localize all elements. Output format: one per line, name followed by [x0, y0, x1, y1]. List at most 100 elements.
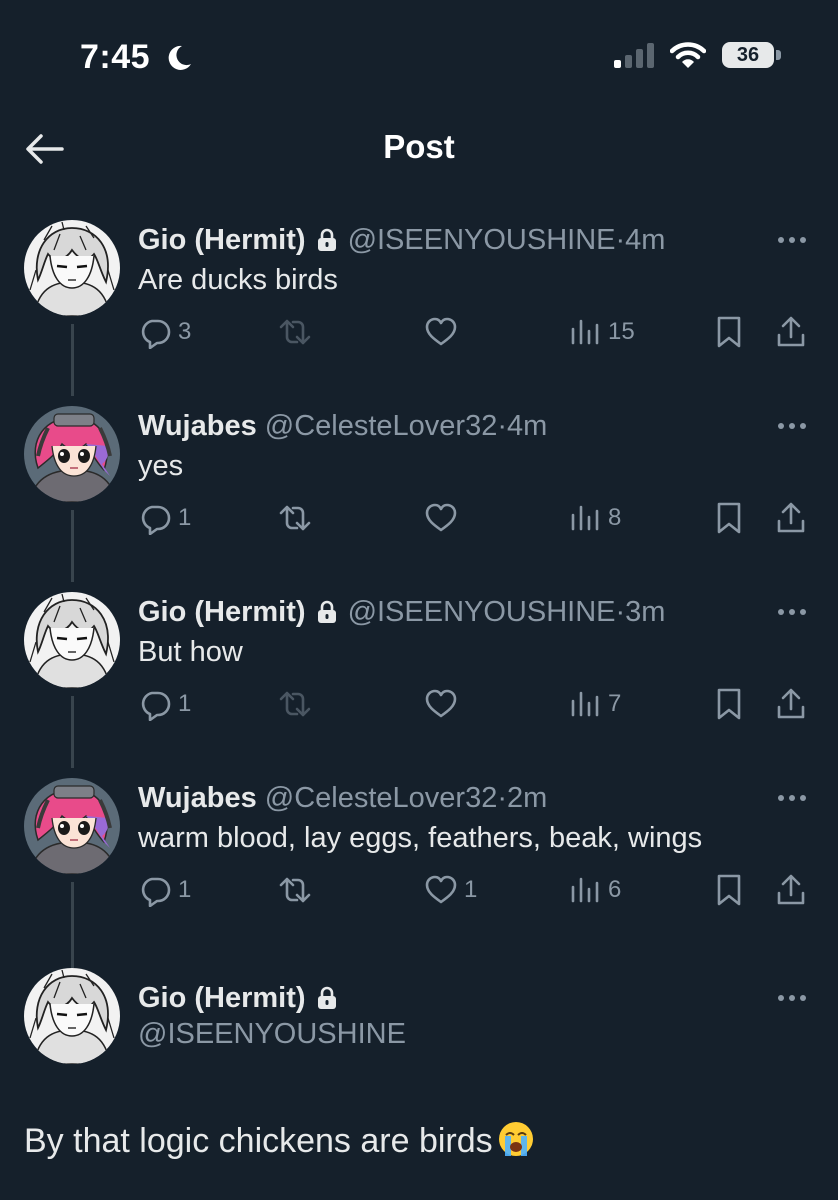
avatar[interactable] [24, 968, 120, 1064]
action-bar: 3 15 [138, 312, 818, 352]
views-button[interactable]: 15 [568, 312, 635, 352]
bookmark-icon [712, 873, 746, 907]
author-handle[interactable]: @ISEENYOUSHINE [138, 1018, 406, 1051]
heart-icon [424, 315, 458, 349]
bookmark-button[interactable] [712, 870, 746, 910]
share-button[interactable] [774, 312, 808, 352]
reply-icon [138, 873, 172, 907]
author-name[interactable]: Wujabes [138, 410, 257, 442]
like-button[interactable] [424, 498, 458, 538]
analytics-bars-icon [568, 873, 602, 907]
lock-icon [316, 600, 338, 624]
share-button[interactable] [774, 498, 808, 538]
avatar[interactable] [24, 406, 120, 502]
views-count: 7 [608, 690, 622, 717]
share-button[interactable] [774, 870, 808, 910]
reply-count: 1 [178, 690, 192, 717]
reply-button[interactable]: 3 [138, 312, 191, 352]
main-tweet-text: By that logic chickens are birds [24, 1122, 493, 1160]
action-bar: 1 7 [138, 684, 818, 724]
author-handle[interactable]: @CelesteLover32 [265, 410, 498, 442]
action-bar: 1 8 [138, 498, 818, 538]
reply-button[interactable]: 1 [138, 684, 191, 724]
reply-count: 1 [178, 504, 192, 531]
analytics-bars-icon [568, 315, 602, 349]
author-name[interactable]: Wujabes [138, 782, 257, 814]
more-options-icon[interactable] [776, 234, 808, 246]
timestamp: ·4m [615, 224, 666, 256]
more-options-icon[interactable] [776, 992, 808, 1004]
thread-line [71, 510, 74, 582]
bookmark-icon [712, 687, 746, 721]
reply-button[interactable]: 1 [138, 498, 191, 538]
tweet-text: warm blood, lay eggs, feathers, beak, wi… [138, 822, 703, 854]
timestamp: ·3m [615, 596, 666, 628]
battery-level: 36 [736, 44, 760, 66]
views-count: 15 [608, 318, 635, 345]
repost-icon [278, 315, 312, 349]
share-button[interactable] [774, 684, 808, 724]
bookmark-button[interactable] [712, 684, 746, 724]
views-button[interactable]: 8 [568, 498, 621, 538]
like-button[interactable]: 1 [424, 870, 477, 910]
views-button[interactable]: 6 [568, 870, 621, 910]
do-not-disturb-moon-icon [168, 45, 191, 70]
views-count: 6 [608, 876, 622, 903]
reply-icon [138, 687, 172, 721]
main-tweet-text-row: By that logic chickens are birds [24, 1120, 535, 1161]
thread-line [71, 696, 74, 768]
reply-icon [138, 501, 172, 535]
repost-icon [278, 687, 312, 721]
timestamp: ·4m [497, 410, 548, 442]
more-options-icon[interactable] [776, 792, 808, 804]
heart-icon [424, 873, 458, 907]
repost-button[interactable] [278, 498, 312, 538]
bookmark-icon [712, 501, 746, 535]
like-count: 1 [464, 876, 478, 903]
views-count: 8 [608, 504, 622, 531]
top-navigation-bar: Post [0, 110, 838, 186]
author-name[interactable]: Gio (Hermit) [138, 596, 306, 628]
author-handle[interactable]: @ISEENYOUSHINE [348, 596, 616, 628]
repost-button[interactable] [278, 870, 312, 910]
status-bar: 7:45 36 [0, 0, 838, 110]
wifi-icon [670, 42, 706, 68]
bookmark-icon [712, 315, 746, 349]
views-button[interactable]: 7 [568, 684, 621, 724]
more-options-icon[interactable] [776, 606, 808, 618]
heart-icon [424, 501, 458, 535]
repost-button[interactable] [278, 312, 312, 352]
author-name[interactable]: Gio (Hermit) [138, 982, 306, 1014]
author-handle[interactable]: @ISEENYOUSHINE [348, 224, 616, 256]
share-icon [774, 501, 808, 535]
reply-count: 3 [178, 318, 192, 345]
repost-button[interactable] [278, 684, 312, 724]
reply-count: 1 [178, 876, 192, 903]
reply-tweet[interactable]: Gio (Hermit) @ISEENYOUSHINE·3m But how 1 … [0, 592, 838, 772]
share-icon [774, 873, 808, 907]
like-button[interactable] [424, 312, 458, 352]
cellular-signal-icon [614, 43, 654, 68]
avatar[interactable] [24, 592, 120, 688]
author-handle[interactable]: @CelesteLover32 [265, 782, 498, 814]
share-icon [774, 687, 808, 721]
author-name[interactable]: Gio (Hermit) [138, 224, 306, 256]
like-button[interactable] [424, 684, 458, 724]
more-options-icon[interactable] [776, 420, 808, 432]
analytics-bars-icon [568, 501, 602, 535]
tweet-text: But how [138, 636, 243, 668]
reply-tweet[interactable]: Wujabes @CelesteLover32·2m warm blood, l… [0, 778, 838, 968]
reply-tweet[interactable]: Wujabes @CelesteLover32·4m yes 1 8 [0, 406, 838, 586]
avatar[interactable] [24, 220, 120, 316]
repost-icon [278, 501, 312, 535]
reply-icon [138, 315, 172, 349]
page-title: Post [383, 128, 455, 165]
reply-button[interactable]: 1 [138, 870, 191, 910]
status-time: 7:45 [80, 38, 151, 76]
bookmark-button[interactable] [712, 498, 746, 538]
avatar[interactable] [24, 778, 120, 874]
tweet-text: Are ducks birds [138, 264, 338, 296]
bookmark-button[interactable] [712, 312, 746, 352]
lock-icon [316, 986, 338, 1010]
reply-tweet[interactable]: Gio (Hermit) @ISEENYOUSHINE·4m Are ducks … [0, 220, 838, 400]
